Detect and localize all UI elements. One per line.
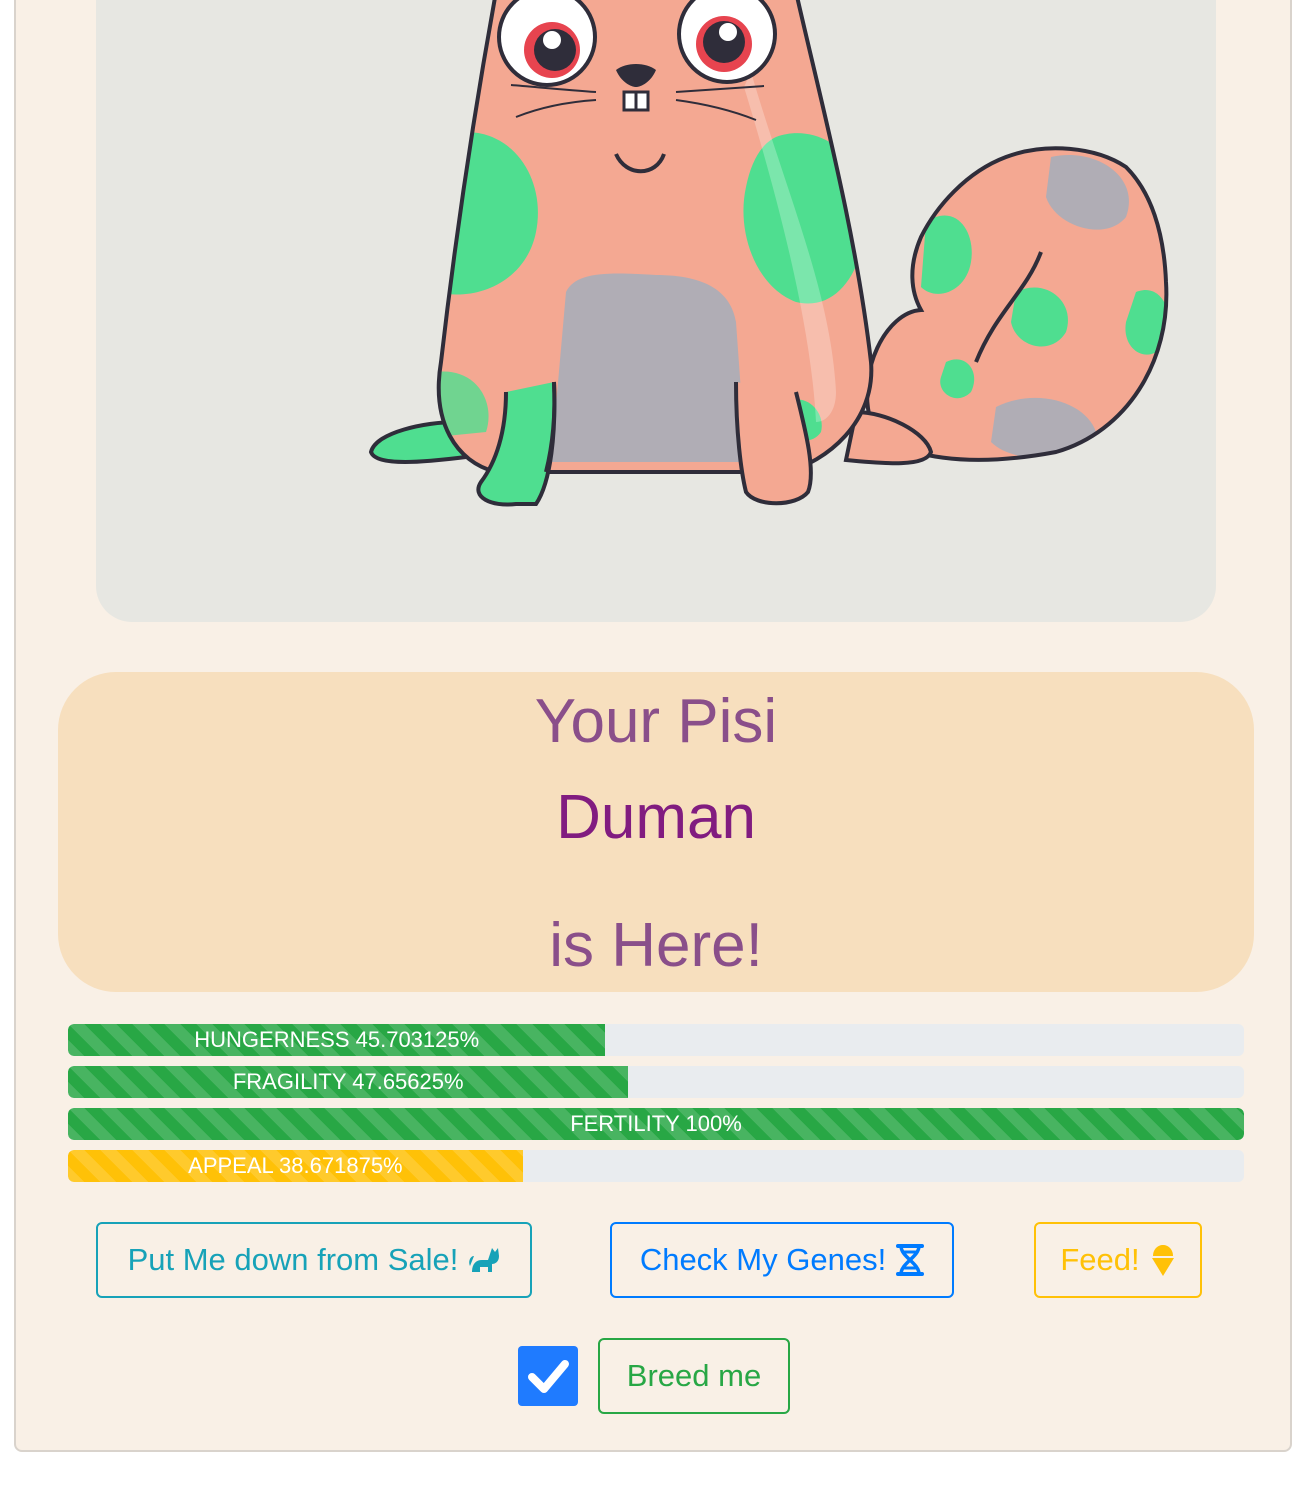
breed-me-button[interactable]: Breed me — [598, 1338, 790, 1414]
stat-bar-fragility: FRAGILITY 47.65625% — [68, 1066, 1244, 1098]
tail — [865, 146, 1169, 462]
breed-me-label: Breed me — [626, 1358, 762, 1393]
checkmark-icon — [528, 1360, 569, 1393]
breed-checkbox[interactable] — [518, 1346, 578, 1406]
cat-illustration — [368, 0, 1169, 507]
stat-bar-appeal: APPEAL 38.671875% — [68, 1150, 1244, 1182]
dna-icon — [896, 1244, 925, 1276]
cat-icon — [469, 1248, 500, 1272]
pisi-title-box: Your Pisi Duman is Here! — [58, 672, 1254, 992]
stat-bar-fertility: FERTILITY 100% — [68, 1108, 1244, 1140]
title-line-is-here: is Here! — [549, 911, 763, 980]
ice-cream-icon — [1151, 1245, 1174, 1276]
stats-bars: HUNGERNESS 45.703125% FRAGILITY 47.65625… — [68, 1024, 1244, 1192]
cat-image-frame — [96, 0, 1216, 622]
feed-label: Feed! — [1060, 1242, 1140, 1277]
pisi-name: Duman — [556, 783, 756, 852]
check-my-genes-label: Check My Genes! — [639, 1242, 887, 1277]
stat-bar-fragility-label: FRAGILITY 47.65625% — [232, 1069, 464, 1094]
check-my-genes-button[interactable]: Check My Genes! — [610, 1222, 954, 1298]
put-down-from-sale-label: Put Me down from Sale! — [127, 1242, 459, 1277]
feed-button[interactable]: Feed! — [1034, 1222, 1202, 1298]
stat-bar-fertility-label: FERTILITY 100% — [570, 1111, 742, 1136]
stat-bar-appeal-label: APPEAL 38.671875% — [188, 1153, 403, 1178]
title-line-your-pisi: Your Pisi — [534, 687, 778, 756]
stat-bar-hungerness-label: HUNGERNESS 45.703125% — [194, 1027, 480, 1052]
put-down-from-sale-button[interactable]: Put Me down from Sale! — [96, 1222, 532, 1298]
cat-card: Your Pisi Duman is Here! HUNGERNESS 45.7… — [14, 0, 1292, 1452]
stat-bar-hungerness: HUNGERNESS 45.703125% — [68, 1024, 1244, 1056]
